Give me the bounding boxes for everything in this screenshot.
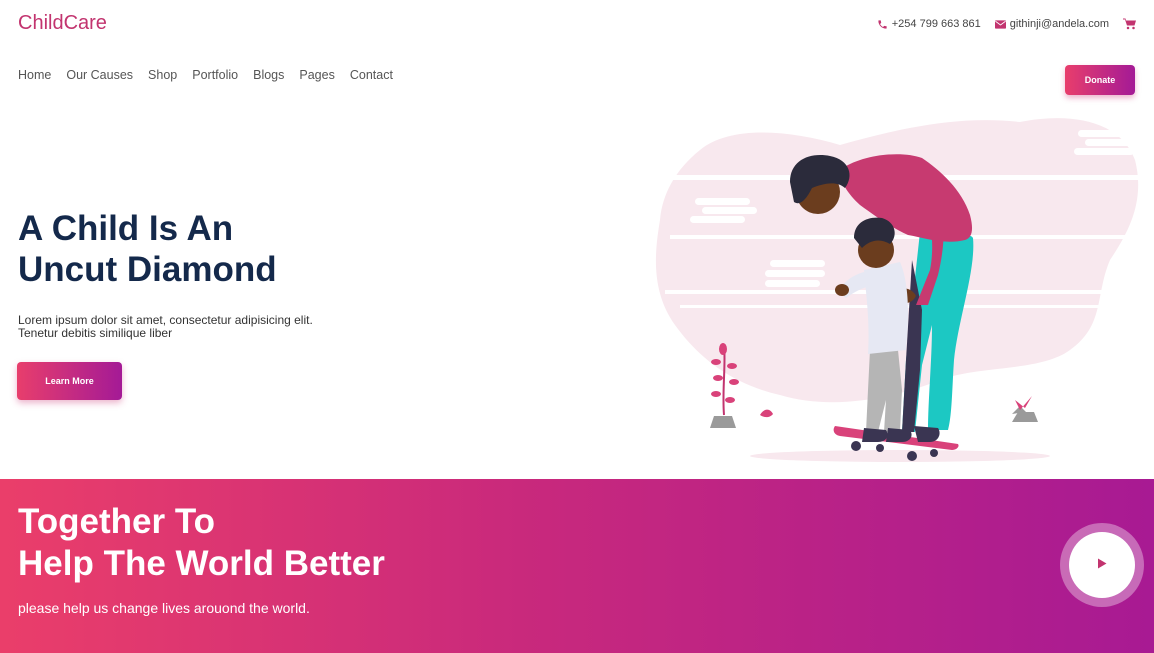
banner-title: Together To Help The World Better: [18, 501, 385, 585]
banner-title-line2: Help The World Better: [18, 544, 385, 583]
nav-item-blogs[interactable]: Blogs: [253, 68, 284, 82]
banner-title-line1: Together To: [18, 502, 216, 541]
contact-bar: +254 799 663 861 githinji@andela.com: [877, 18, 1136, 30]
cta-banner: Together To Help The World Better please…: [0, 479, 1154, 653]
nav-item-portfolio[interactable]: Portfolio: [192, 68, 238, 82]
main-nav: Home Our Causes Shop Portfolio Blogs Pag…: [18, 68, 393, 82]
nav-item-contact[interactable]: Contact: [350, 68, 393, 82]
nav-item-pages[interactable]: Pages: [299, 68, 334, 82]
email-address: githinji@andela.com: [1009, 18, 1109, 30]
hero-title-line2: Uncut Diamond: [18, 250, 277, 289]
envelope-icon: [994, 19, 1006, 29]
banner-subtitle: please help us change lives arouond the …: [18, 600, 310, 616]
hero-title-line1: A Child Is An: [18, 209, 234, 248]
nav-item-shop[interactable]: Shop: [148, 68, 177, 82]
hero-text-line2: Tenetur debitis similique liber: [18, 326, 173, 340]
nav-item-our-causes[interactable]: Our Causes: [66, 68, 133, 82]
play-button-inner[interactable]: [1069, 532, 1135, 598]
learn-more-button[interactable]: Learn More: [17, 362, 122, 400]
hero-description: Lorem ipsum dolor sit amet, consectetur …: [18, 314, 338, 340]
cart-icon[interactable]: [1123, 18, 1136, 30]
play-video-button[interactable]: [1060, 523, 1144, 607]
phone-number: +254 799 663 861: [891, 18, 981, 30]
hero-title: A Child Is An Uncut Diamond: [18, 208, 277, 290]
nav-item-home[interactable]: Home: [18, 68, 51, 82]
phone-contact[interactable]: +254 799 663 861: [877, 18, 981, 30]
hero-illustration: [655, 118, 1150, 462]
email-contact[interactable]: githinji@andela.com: [994, 18, 1109, 30]
phone-icon: [877, 19, 888, 30]
play-icon: [1097, 556, 1107, 574]
brand-logo[interactable]: ChildCare: [18, 12, 107, 35]
donate-button[interactable]: Donate: [1065, 65, 1135, 95]
